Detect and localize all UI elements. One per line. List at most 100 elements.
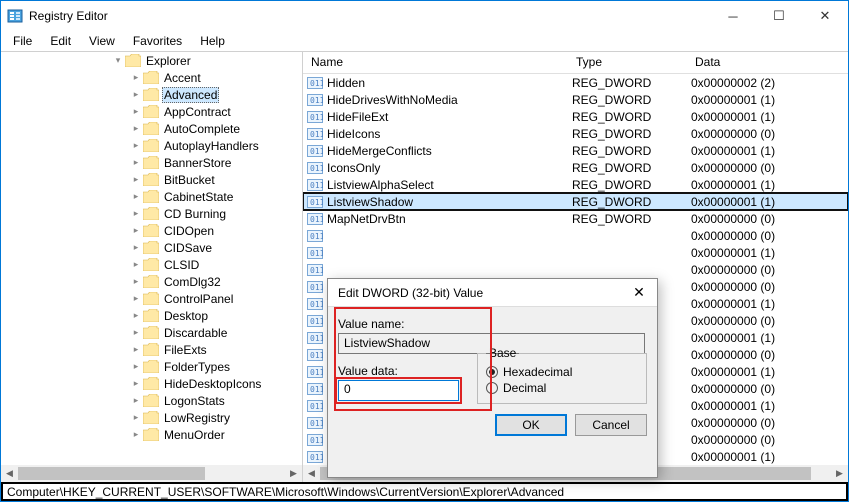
expand-icon[interactable]: ▸ [129, 157, 143, 168]
scroll-thumb[interactable] [18, 467, 205, 480]
list-row[interactable]: 011ListviewShadowREG_DWORD0x00000001 (1) [303, 193, 848, 210]
list-row[interactable]: 0110x00000000 (0) [303, 227, 848, 244]
tree-label: CIDOpen [162, 224, 216, 238]
tree-item[interactable]: ▸ CIDOpen [1, 222, 302, 239]
list-row[interactable]: 0110x00000001 (1) [303, 244, 848, 261]
tree-item[interactable]: ▸BannerStore [1, 154, 302, 171]
expand-icon[interactable]: ▸ [129, 89, 143, 100]
svg-text:011: 011 [310, 436, 323, 445]
value-type: REG_DWORD [572, 127, 651, 141]
tree-item[interactable]: ▸ FileExts [1, 341, 302, 358]
tree-item[interactable]: ▾ Explorer [1, 52, 302, 69]
tree-item[interactable]: ▸Advanced [1, 86, 302, 103]
value-data: 0x00000001 (1) [691, 144, 775, 158]
close-button[interactable]: ✕ [802, 1, 848, 31]
tree-item[interactable]: ▸BitBucket [1, 171, 302, 188]
value-name: HideFileExt [327, 110, 388, 124]
tree-item[interactable]: ▸ HideDesktopIcons [1, 375, 302, 392]
highlight-box [334, 307, 492, 411]
radio-dec-label: Decimal [503, 381, 546, 395]
menu-file[interactable]: File [5, 32, 40, 50]
tree-item[interactable]: ▸MenuOrder [1, 426, 302, 443]
maximize-button[interactable]: ☐ [756, 1, 802, 31]
expand-icon[interactable]: ▸ [129, 225, 143, 236]
expand-icon[interactable]: ▸ [129, 293, 143, 304]
tree-item[interactable]: ▸AppContract [1, 103, 302, 120]
value-data: 0x00000000 (0) [691, 433, 775, 447]
close-icon[interactable]: ✕ [625, 284, 653, 301]
list-row[interactable]: 011HideMergeConflictsREG_DWORD0x00000001… [303, 142, 848, 159]
list-row[interactable]: 011HideIconsREG_DWORD0x00000000 (0) [303, 125, 848, 142]
expand-icon[interactable]: ▸ [129, 310, 143, 321]
expand-icon[interactable]: ▸ [129, 259, 143, 270]
value-type: REG_DWORD [572, 93, 651, 107]
expand-icon[interactable]: ▸ [129, 140, 143, 151]
tree-item[interactable]: ▸CabinetState [1, 188, 302, 205]
tree-item[interactable]: ▸LogonStats [1, 392, 302, 409]
list-row[interactable]: 011IconsOnlyREG_DWORD0x00000000 (0) [303, 159, 848, 176]
expand-icon[interactable]: ▸ [129, 174, 143, 185]
scroll-left-icon[interactable]: ◀ [303, 465, 320, 482]
tree-item[interactable]: ▸CLSID [1, 256, 302, 273]
tree-item[interactable]: ▸LowRegistry [1, 409, 302, 426]
expand-icon[interactable]: ▸ [129, 191, 143, 202]
tree-label: FileExts [162, 343, 209, 357]
ok-button[interactable]: OK [495, 414, 567, 436]
expand-icon[interactable]: ▸ [129, 395, 143, 406]
expand-icon[interactable]: ▸ [129, 344, 143, 355]
tree-item[interactable]: ▸Discardable [1, 324, 302, 341]
cancel-button[interactable]: Cancel [575, 414, 647, 436]
list-row[interactable]: 0110x00000000 (0) [303, 261, 848, 278]
menu-view[interactable]: View [81, 32, 123, 50]
tree-label: HideDesktopIcons [162, 377, 263, 391]
list-row[interactable]: 011HiddenREG_DWORD0x00000002 (2) [303, 74, 848, 91]
col-data[interactable]: Data [687, 52, 848, 73]
list-row[interactable]: 011ListviewAlphaSelectREG_DWORD0x0000000… [303, 176, 848, 193]
col-type[interactable]: Type [568, 52, 687, 73]
expand-icon[interactable]: ▸ [129, 412, 143, 423]
minimize-button[interactable]: ─ [710, 1, 756, 31]
tree-item[interactable]: ▸AutoComplete [1, 120, 302, 137]
scroll-right-icon[interactable]: ▶ [831, 465, 848, 482]
collapse-icon[interactable]: ▾ [111, 55, 125, 66]
tree-item[interactable]: ▸AutoplayHandlers [1, 137, 302, 154]
expand-icon[interactable]: ▸ [129, 276, 143, 287]
expand-icon[interactable]: ▸ [129, 429, 143, 440]
expand-icon[interactable]: ▸ [129, 242, 143, 253]
svg-text:011: 011 [310, 232, 323, 241]
svg-text:011: 011 [310, 402, 323, 411]
tree-item[interactable]: ▸FolderTypes [1, 358, 302, 375]
radio-hex[interactable]: Hexadecimal [486, 365, 638, 379]
svg-text:011: 011 [310, 96, 323, 105]
expand-icon[interactable]: ▸ [129, 106, 143, 117]
expand-icon[interactable]: ▸ [129, 208, 143, 219]
tree-item[interactable]: ▸ControlPanel [1, 290, 302, 307]
menu-help[interactable]: Help [192, 32, 233, 50]
list-row[interactable]: 011HideDrivesWithNoMediaREG_DWORD0x00000… [303, 91, 848, 108]
radio-dec[interactable]: Decimal [486, 381, 638, 395]
tree-item[interactable]: ▸CD Burning [1, 205, 302, 222]
expand-icon[interactable]: ▸ [129, 327, 143, 338]
tree-item[interactable]: ▸Desktop [1, 307, 302, 324]
scroll-left-icon[interactable]: ◀ [1, 465, 18, 482]
list-row[interactable]: 011HideFileExtREG_DWORD0x00000001 (1) [303, 108, 848, 125]
expand-icon[interactable]: ▸ [129, 378, 143, 389]
value-type: REG_DWORD [572, 178, 651, 192]
tree-hscroll[interactable]: ◀ ▶ [1, 465, 302, 482]
titlebar: Registry Editor ─ ☐ ✕ [1, 1, 848, 31]
value-data: 0x00000001 (1) [691, 365, 775, 379]
expand-icon[interactable]: ▸ [129, 361, 143, 372]
tree-item[interactable]: ▸ComDlg32 [1, 273, 302, 290]
menu-edit[interactable]: Edit [42, 32, 79, 50]
tree-label: Accent [162, 71, 203, 85]
tree-item[interactable]: ▸CIDSave [1, 239, 302, 256]
list-row[interactable]: 011MapNetDrvBtnREG_DWORD0x00000000 (0) [303, 210, 848, 227]
menu-favorites[interactable]: Favorites [125, 32, 190, 50]
tree-label: Explorer [144, 54, 193, 68]
expand-icon[interactable]: ▸ [129, 123, 143, 134]
expand-icon[interactable]: ▸ [129, 72, 143, 83]
scroll-right-icon[interactable]: ▶ [285, 465, 302, 482]
tree-item[interactable]: ▸ Accent [1, 69, 302, 86]
value-type: REG_DWORD [572, 110, 651, 124]
col-name[interactable]: Name [303, 52, 568, 73]
